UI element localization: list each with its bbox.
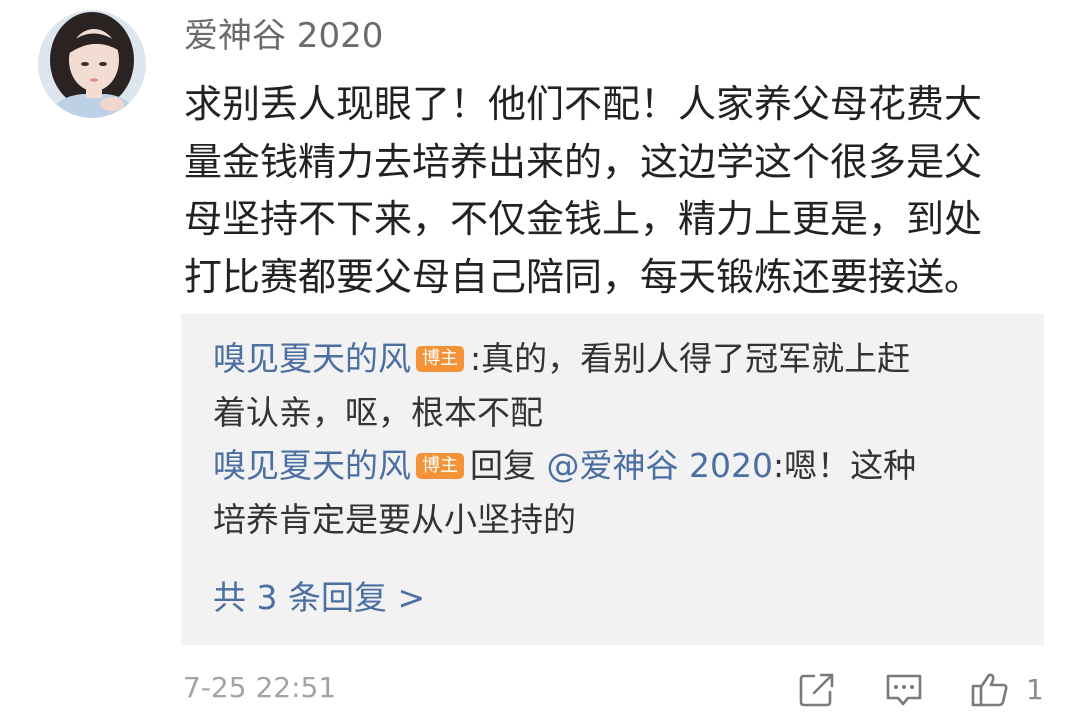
like-count: 1: [1026, 673, 1044, 706]
comment-button[interactable]: [884, 671, 924, 709]
forward-icon: [799, 673, 834, 707]
comment-line: 求别丢人现眼了！他们不配！人家养父母花费大: [184, 82, 983, 126]
comment-line: 打比赛都要父母自己陪同，每天锻炼还要接送。: [184, 254, 983, 299]
reply-first-line: 嗅见夏天的风 博主:真的，看别人得了冠军就上赶: [213, 332, 1033, 386]
reply-word: 回复: [470, 446, 536, 485]
comment-username[interactable]: 爱神谷 2020: [184, 14, 383, 58]
comment-icon: [886, 674, 922, 706]
reply-item[interactable]: 嗅见夏天的风 博主:真的，看别人得了冠军就上赶 着认亲，呕，根本不配: [213, 332, 1033, 440]
like-button[interactable]: [970, 671, 1010, 709]
comment-line: 母坚持不下来，不仅金钱上，精力上更是，到处: [184, 197, 983, 241]
forward-button[interactable]: [797, 671, 837, 709]
comment-content: 求别丢人现眼了！他们不配！人家养父母花费大 量金钱精力去培养出来的，这边学这个很…: [184, 76, 1034, 306]
avatar-image: [38, 10, 146, 118]
reply-text-continued: 着认亲，呕，根本不配: [213, 393, 543, 432]
reply-author[interactable]: 嗅见夏天的风: [213, 339, 411, 378]
comment-timestamp: 7-25 22:51: [183, 671, 337, 704]
replies-panel[interactable]: 嗅见夏天的风 博主:真的，看别人得了冠军就上赶 着认亲，呕，根本不配 嗅见夏天的风…: [181, 314, 1044, 645]
mention-link[interactable]: @爱神谷 2020: [547, 446, 773, 485]
reply-text: :嗯！这种: [772, 446, 917, 485]
reply-text: :真的，看别人得了冠军就上赶: [470, 339, 911, 378]
comment-line: 量金钱精力去培养出来的，这边学这个很多是父: [184, 139, 983, 184]
reply-author[interactable]: 嗅见夏天的风: [213, 446, 411, 485]
thumbs-up-icon: [971, 673, 1008, 707]
reply-first-line: 嗅见夏天的风 博主 回复 @爱神谷 2020:嗯！这种: [213, 439, 1033, 493]
reply-item[interactable]: 嗅见夏天的风 博主 回复 @爱神谷 2020:嗯！这种 培养肯定是要从小坚持的: [213, 439, 1033, 547]
blogger-badge: 博主: [416, 453, 464, 479]
reply-text-continued: 培养肯定是要从小坚持的: [213, 500, 576, 539]
blogger-badge: 博主: [416, 346, 464, 372]
more-replies-link[interactable]: 共 3 条回复 >: [213, 571, 425, 625]
avatar[interactable]: [38, 10, 146, 118]
